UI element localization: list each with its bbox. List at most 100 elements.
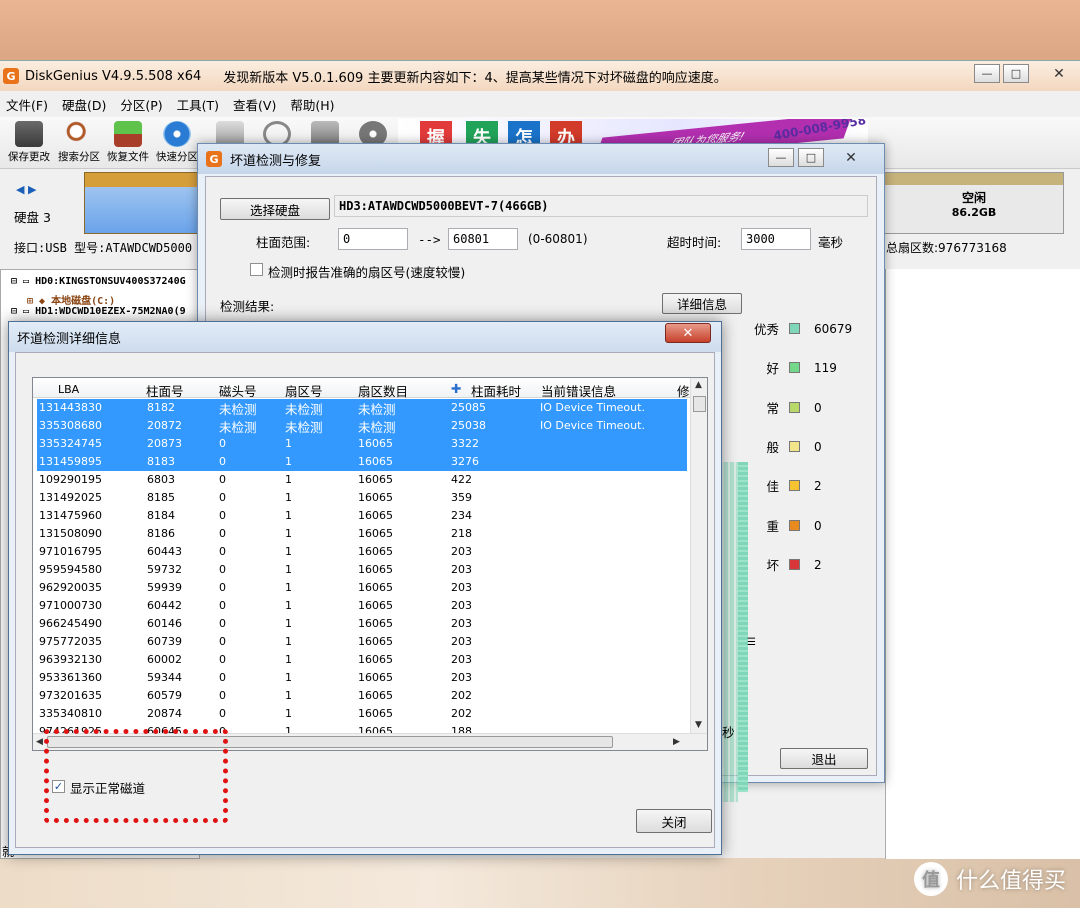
table-cell: 0 [219,563,226,576]
dialog-maximize-button[interactable]: □ [798,148,824,167]
menu-view[interactable]: 查看(V) [233,95,276,114]
table-cell: 971000730 [39,599,102,612]
dialog-close-button[interactable]: ✕ [838,148,864,167]
col-error-info[interactable]: 当前错误信息 [541,381,616,400]
table-cell: 25085 [451,401,486,414]
table-row[interactable]: 962920035 59939 0 1 16065 203 [37,579,687,597]
table-row[interactable]: 335308680 20872 未检测 未检测 未检测 25038 IO Device Ti… [37,417,687,435]
col-cylinder-time[interactable]: 柱面耗时 [471,381,521,400]
table-row[interactable]: 335324745 20873 0 1 16065 3322 [37,435,687,453]
total-sectors: 总扇区数:976773168 [886,241,1007,255]
table-row[interactable]: 953361360 59344 0 1 16065 203 [37,669,687,687]
scroll-down-icon[interactable]: ▼ [695,720,702,730]
table-row[interactable]: 131459895 8183 0 1 16065 3276 [37,453,687,471]
list-vertical-scrollbar[interactable]: ▲ ▼ [690,378,707,734]
table-cell: 16065 [358,491,393,504]
col-sector-count[interactable]: 扇区数目 [358,381,408,400]
tree-item-c-drive[interactable]: ⊞ ◆ 本地磁盘(C:) [27,292,115,307]
report-sector-checkbox[interactable] [250,263,263,276]
detail-dialog-title: 坏道检测详细信息 [17,331,122,347]
table-cell: 16065 [358,689,393,702]
table-cell: 16065 [358,527,393,540]
exit-button[interactable]: 退出 [780,748,868,769]
horizontal-scroll-thumb[interactable] [47,736,613,748]
table-row[interactable]: 109290195 6803 0 1 16065 422 [37,471,687,489]
timeout-input[interactable]: 3000 [741,228,811,250]
magnifier-icon [65,121,93,147]
partition-bar[interactable] [84,172,214,234]
vertical-scroll-thumb[interactable] [693,396,706,412]
table-cell: 16065 [358,617,393,630]
col-repair[interactable]: 修 [677,381,690,400]
table-row[interactable]: 971000730 60442 0 1 16065 203 [37,597,687,615]
col-cylinder[interactable]: 柱面号 [146,381,184,400]
table-cell: 0 [219,581,226,594]
table-cell: 16065 [358,473,393,486]
show-normal-checkbox[interactable]: ✓ [52,780,65,793]
table-cell: 0 [219,617,226,630]
menu-file[interactable]: 文件(F) [6,95,48,114]
list-horizontal-scrollbar[interactable]: ◀ ▶ [33,733,707,750]
cylinder-to-input[interactable]: 60801 [448,228,518,250]
grid-scrollbar-thumb[interactable]: ☰ [747,637,756,648]
search-partition-label: 搜索分区 [58,151,100,163]
detail-dialog-close-icon[interactable]: ✕ [665,323,711,343]
search-partition-button[interactable]: 搜索分区 [54,121,104,164]
col-head[interactable]: 磁头号 [219,381,257,400]
recover-box-icon [114,121,142,147]
table-row[interactable]: 131508090 8186 0 1 16065 218 [37,525,687,543]
table-cell: 59732 [147,563,182,576]
table-row[interactable]: 131475960 8184 0 1 16065 234 [37,507,687,525]
table-cell: 1 [285,599,292,612]
table-cell: 6803 [147,473,175,486]
menu-tools[interactable]: 工具(T) [177,95,219,114]
scroll-right-icon[interactable]: ▶ [673,737,680,747]
free-space-block[interactable]: 空闲 86.2GB [884,172,1064,234]
menu-bar: 文件(F) 硬盘(D) 分区(P) 工具(T) 查看(V) 帮助(H) [0,93,1080,115]
recover-files-button[interactable]: 恢复文件 [103,121,153,164]
disk-nav-arrows[interactable]: ◀ ▶ [16,183,36,196]
scroll-up-icon[interactable]: ▲ [695,380,702,390]
table-row[interactable]: 131443830 8182 未检测 未检测 未检测 25085 IO Device Tim… [37,399,687,417]
detail-info-button[interactable]: 详细信息 [662,293,742,314]
scroll-left-icon[interactable]: ◀ [36,737,43,747]
menu-partition[interactable]: 分区(P) [120,95,162,114]
tree-item-hd0[interactable]: ⊟ ▭ HD0:KINGSTONSUV400S37240G [11,276,186,287]
cylinder-hint: (0-60801) [528,232,588,246]
select-disk-button[interactable]: 选择硬盘 [220,198,330,220]
table-cell: 16065 [358,581,393,594]
table-row[interactable]: 959594580 59732 0 1 16065 203 [37,561,687,579]
tree-item-hd1[interactable]: ⊟ ▭ HD1:WDCWD10EZEX-75M2NA0(9 [11,306,186,317]
minimize-button[interactable]: — [974,64,1000,83]
cylinder-from-input[interactable]: 0 [338,228,408,250]
save-changes-button[interactable]: 保存更改 [4,121,54,164]
menu-help[interactable]: 帮助(H) [290,95,334,114]
table-cell: 0 [219,653,226,666]
table-row[interactable]: 975772035 60739 0 1 16065 203 [37,633,687,651]
close-window-button[interactable]: ✕ [1046,64,1072,83]
col-lba[interactable]: LBA [58,383,79,396]
table-cell: 1 [285,491,292,504]
table-row[interactable]: 335340810 20874 0 1 16065 202 [37,705,687,723]
table-cell: 0 [219,491,226,504]
table-row[interactable]: 971016795 60443 0 1 16065 203 [37,543,687,561]
update-notice[interactable]: 发现新版本 V5.0.1.609 主要更新内容如下：4、提高某些情况下对坏磁盘的… [223,67,726,86]
table-cell: 131475960 [39,509,102,522]
report-sector-label: 检测时报告准确的扇区号(速度较慢) [268,265,466,280]
table-cell: 8185 [147,491,175,504]
table-cell: 1 [285,437,292,450]
legend-normal: 常0 [766,400,822,417]
table-row[interactable]: 963932130 60002 0 1 16065 203 [37,651,687,669]
menu-disk[interactable]: 硬盘(D) [62,95,106,114]
col-sector[interactable]: 扇区号 [285,381,323,400]
table-row[interactable]: 966245490 60146 0 1 16065 203 [37,615,687,633]
quick-partition-button[interactable]: 快速分区 [152,121,202,164]
table-row[interactable]: 131492025 8185 0 1 16065 359 [37,489,687,507]
maximize-button[interactable]: □ [1003,64,1029,83]
table-cell: 962920035 [39,581,102,594]
table-row[interactable]: 973201635 60579 0 1 16065 202 [37,687,687,705]
close-button[interactable]: 关闭 [636,809,712,833]
legend-average: 般0 [766,439,822,456]
dialog-minimize-button[interactable]: — [768,148,794,167]
table-cell: 131508090 [39,527,102,540]
